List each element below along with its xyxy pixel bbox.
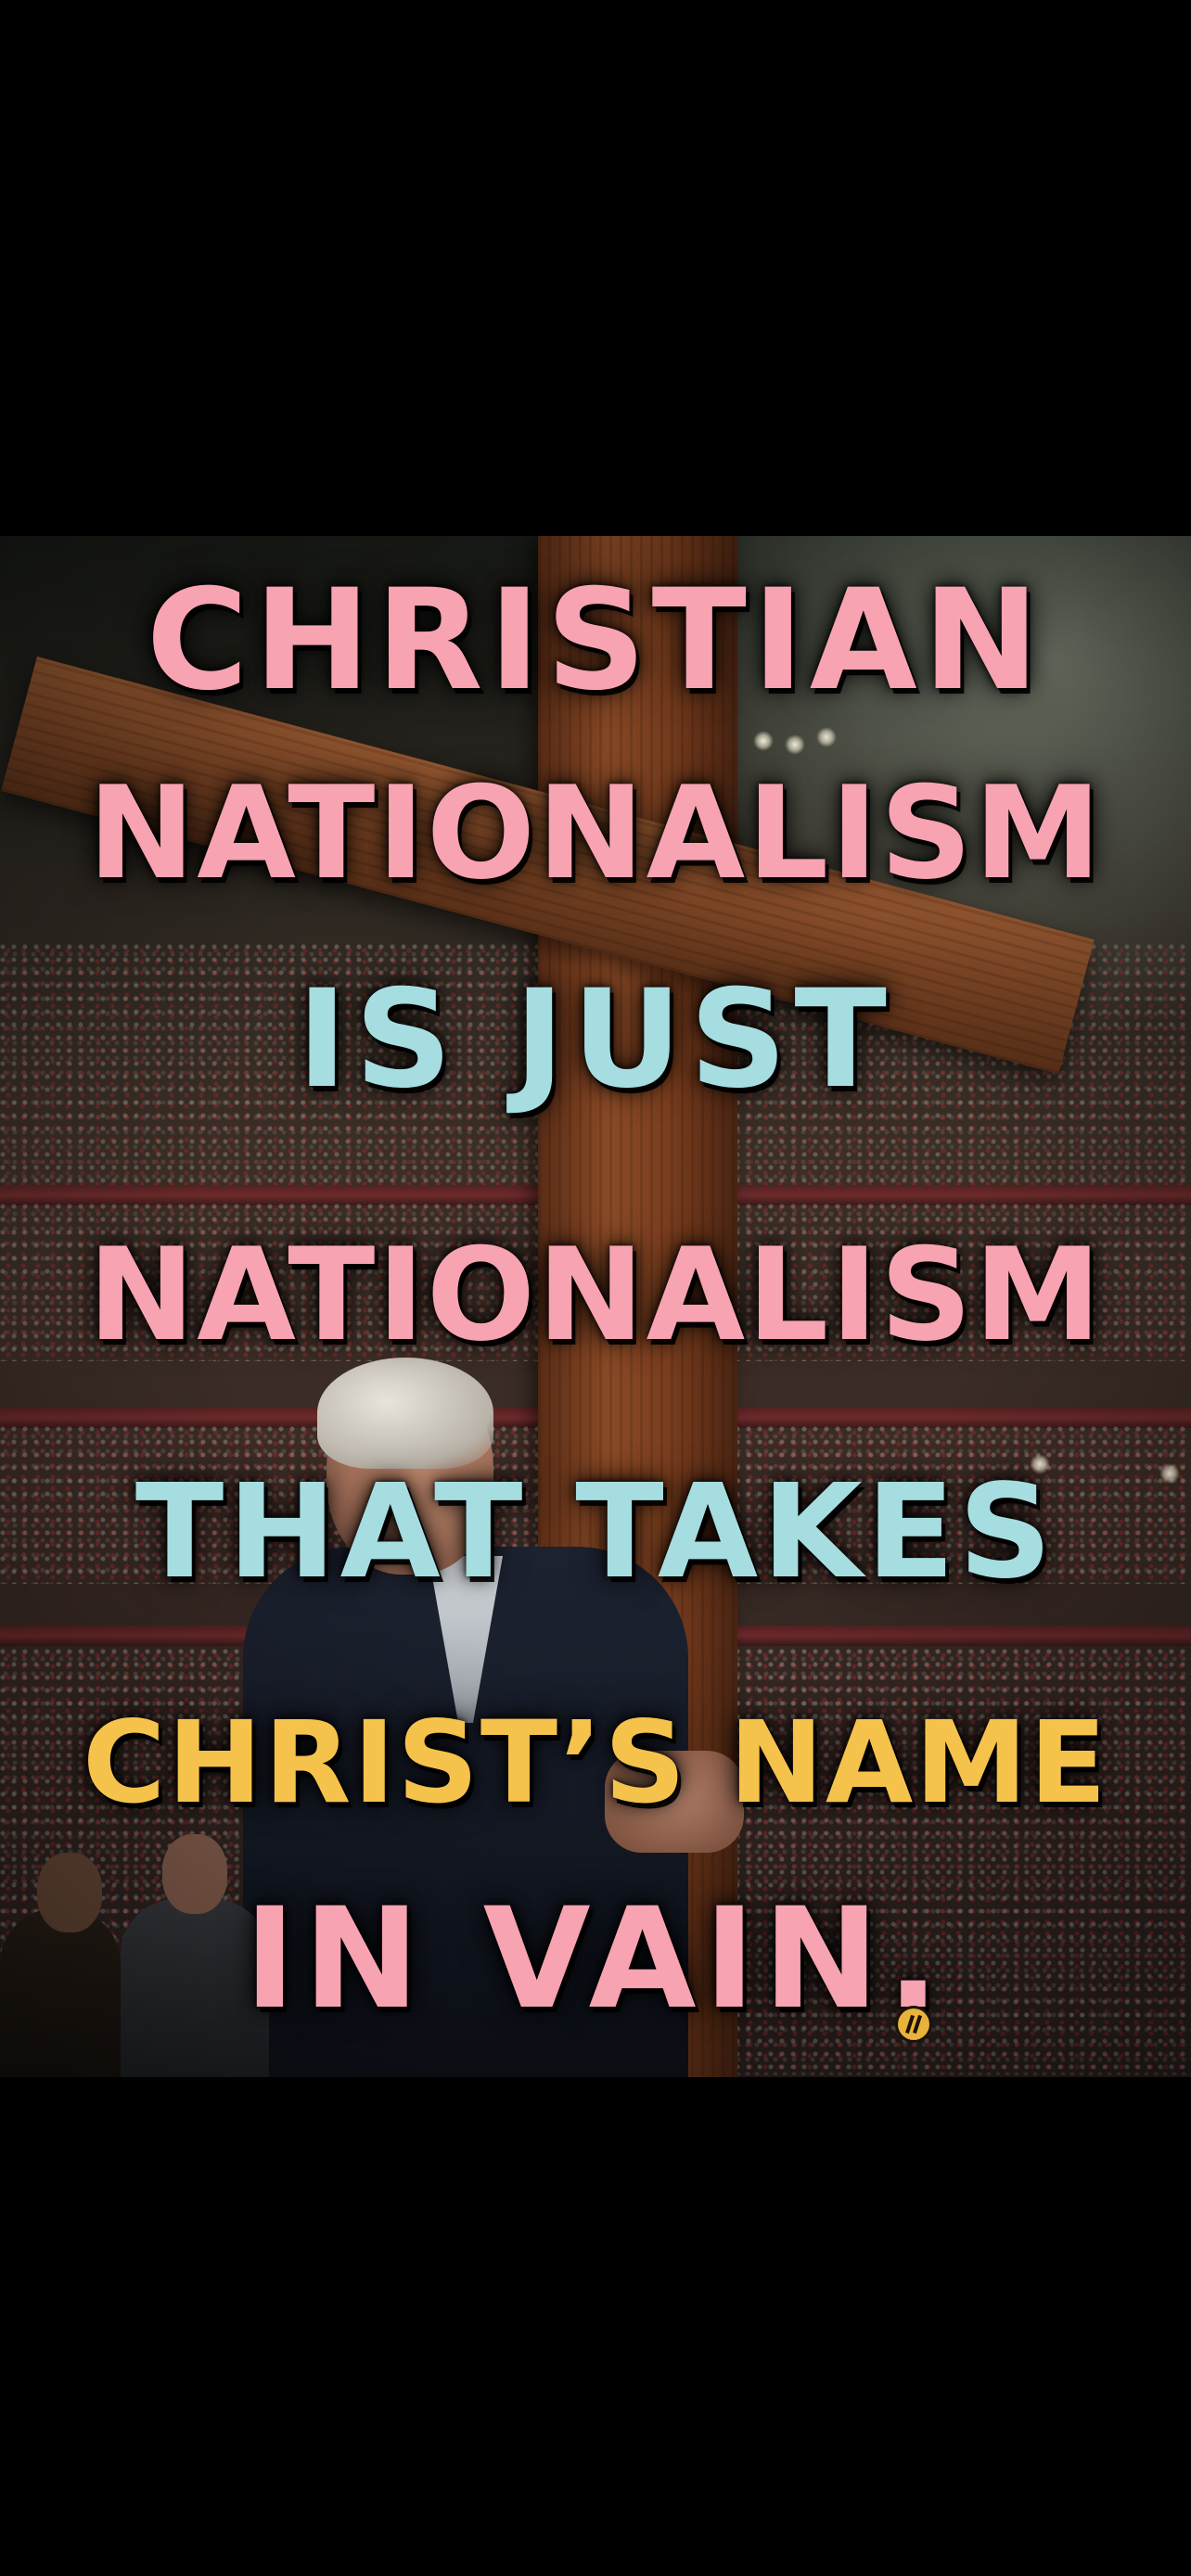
headline-line-7: IN VAIN.: [244, 1879, 947, 2040]
poster-image: CHRISTIAN NATIONALISM IS JUST NATIONALIS…: [0, 536, 1191, 2077]
artist-signature-logo: [898, 2009, 929, 2040]
headline-line-5: THAT TAKES: [134, 1457, 1057, 1608]
headline-line-3: IS JUST: [297, 961, 894, 1118]
headline-line-1: CHRISTIAN: [146, 560, 1045, 721]
headline-line-2: NATIONALISM: [87, 759, 1104, 908]
headline-line-4: NATIONALISM: [87, 1220, 1104, 1370]
headline-line-6: CHRIST’S NAME: [82, 1697, 1108, 1829]
headline: CHRISTIAN NATIONALISM IS JUST NATIONALIS…: [0, 536, 1191, 2077]
